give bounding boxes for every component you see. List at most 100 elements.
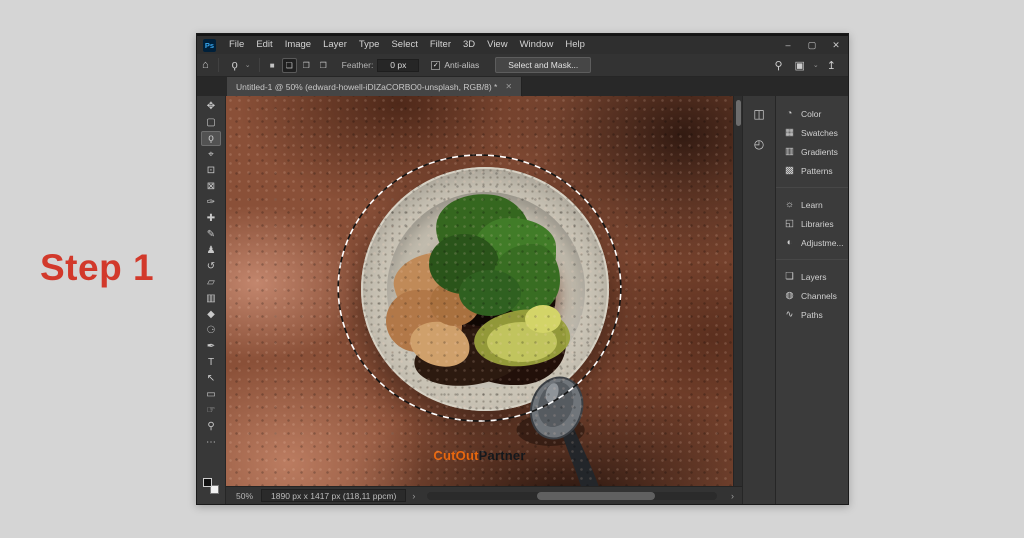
panel-libraries[interactable]: ◱ Libraries <box>776 214 848 233</box>
watermark: CutOutPartner <box>226 448 733 463</box>
tool-options-bar: ⌂ ϙ ⌄ ■ ❏ ❐ ❒ Feather: 0 px ✓ Anti-alias… <box>197 54 848 77</box>
panel-color[interactable]: ◔ Color <box>776 104 848 123</box>
anti-alias-checkbox[interactable]: ✓ <box>431 61 440 70</box>
menu-file[interactable]: File <box>223 36 250 54</box>
tools-panel: ✥ ▢ ϙ ⌖ ⊡ ⊠ ✑ ✚ ✎ ♟ ↺ ▱ ▥ ◆ ⚆ ✒ T ↖ ▭ ☞ … <box>197 96 226 504</box>
status-bar: 50% 1890 px x 1417 px (118,11 ppcm) › › <box>226 486 742 504</box>
new-selection-button[interactable]: ■ <box>265 58 280 73</box>
libraries-icon: ◱ <box>784 218 795 229</box>
eyedropper-tool[interactable]: ✑ <box>201 195 221 210</box>
menu-3d[interactable]: 3D <box>457 36 481 54</box>
panel-paths[interactable]: ∿ Paths <box>776 305 848 324</box>
panel-gradients[interactable]: ▥ Gradients <box>776 142 848 161</box>
menu-image[interactable]: Image <box>279 36 317 54</box>
adjustments-icon: ◐ <box>784 237 795 248</box>
object-selection-tool[interactable]: ⌖ <box>201 147 221 162</box>
search-icon[interactable]: ⚲ <box>770 59 786 72</box>
feather-label: Feather: <box>342 60 374 70</box>
menu-filter[interactable]: Filter <box>424 36 457 54</box>
shape-tool[interactable]: ▭ <box>201 387 221 402</box>
spoon-bowl <box>523 371 590 445</box>
photoshop-window: Ps File Edit Image Layer Type Select Fil… <box>196 33 849 505</box>
selection-and-spoon-overlay <box>226 96 733 486</box>
frame-tool[interactable]: ⊠ <box>201 179 221 194</box>
step-annotation: Step 1 <box>40 247 154 289</box>
selection-marching-ants <box>338 155 621 421</box>
menu-type[interactable]: Type <box>353 36 386 54</box>
subtract-from-selection-button[interactable]: ❐ <box>299 58 314 73</box>
share-icon[interactable]: ↥ <box>823 59 840 72</box>
move-tool[interactable]: ✥ <box>201 99 221 114</box>
menu-view[interactable]: View <box>481 36 513 54</box>
spoon-handle <box>562 426 599 486</box>
properties-panel-icon[interactable]: ◫ <box>749 104 769 124</box>
gradient-tool[interactable]: ▥ <box>201 291 221 306</box>
lasso-tool[interactable]: ϙ <box>201 131 221 146</box>
path-selection-tool[interactable]: ↖ <box>201 371 221 386</box>
paths-icon: ∿ <box>784 309 795 320</box>
zoom-tool[interactable]: ⚲ <box>201 419 221 434</box>
document-info: 1890 px x 1417 px (118,11 ppcm) <box>261 489 406 502</box>
type-tool[interactable]: T <box>201 355 221 370</box>
gradients-icon: ▥ <box>784 146 795 157</box>
vertical-scrollbar-handle[interactable] <box>736 100 741 126</box>
toolbar-overflow-icon[interactable]: ⋯ <box>201 435 221 450</box>
panel-adjustments[interactable]: ◐ Adjustme... <box>776 233 848 252</box>
crop-tool[interactable]: ⊡ <box>201 163 221 178</box>
brush-tool[interactable]: ✎ <box>201 227 221 242</box>
horizontal-scrollbar[interactable] <box>427 492 717 500</box>
collapsed-panels-column: ◫ ◴ <box>742 96 775 504</box>
panel-swatches[interactable]: ▦ Swatches <box>776 123 848 142</box>
document-tab[interactable]: Untitled-1 @ 50% (edward-howell-iDIZaCOR… <box>227 77 522 96</box>
vertical-scrollbar[interactable] <box>733 96 742 486</box>
history-panel-icon[interactable]: ◴ <box>749 134 769 154</box>
close-button[interactable]: ✕ <box>824 36 848 54</box>
panel-learn[interactable]: ☼ Learn <box>776 195 848 214</box>
document-canvas[interactable]: CutOutPartner <box>226 96 733 486</box>
color-icon: ◔ <box>784 108 795 119</box>
minimize-button[interactable]: – <box>776 36 800 54</box>
tab-close-icon[interactable]: ✕ <box>505 82 512 91</box>
foreground-background-swatches[interactable] <box>203 478 219 494</box>
dodge-tool[interactable]: ⚆ <box>201 323 221 338</box>
status-chevron-icon[interactable]: › <box>406 491 421 501</box>
menu-bar: Ps File Edit Image Layer Type Select Fil… <box>197 34 848 54</box>
swatches-icon: ▦ <box>784 127 795 138</box>
photoshop-logo-icon: Ps <box>203 39 216 52</box>
add-to-selection-button[interactable]: ❏ <box>282 58 297 73</box>
home-icon[interactable]: ⌂ <box>197 59 214 71</box>
hand-tool[interactable]: ☞ <box>201 403 221 418</box>
select-and-mask-button[interactable]: Select and Mask... <box>495 57 591 73</box>
menu-edit[interactable]: Edit <box>250 36 278 54</box>
spot-healing-tool[interactable]: ✚ <box>201 211 221 226</box>
chicken-pieces <box>388 246 472 319</box>
menu-help[interactable]: Help <box>559 36 591 54</box>
panel-channels[interactable]: ◍ Channels <box>776 286 848 305</box>
clone-stamp-tool[interactable]: ♟ <box>201 243 221 258</box>
panel-patterns[interactable]: ▩ Patterns <box>776 161 848 180</box>
learn-icon: ☼ <box>784 199 795 210</box>
history-brush-tool[interactable]: ↺ <box>201 259 221 274</box>
lasso-icon: ϙ <box>227 59 243 71</box>
intersect-selection-button[interactable]: ❒ <box>316 58 331 73</box>
zoom-level-field[interactable]: 50% <box>226 491 261 501</box>
scroll-right-icon[interactable]: › <box>723 491 742 501</box>
eraser-tool[interactable]: ▱ <box>201 275 221 290</box>
food-bowl <box>361 167 609 411</box>
panel-layers[interactable]: ❏ Layers <box>776 267 848 286</box>
workspace-icon[interactable]: ▣ <box>791 59 809 72</box>
panels-dock: ◔ Color ▦ Swatches ▥ Gradients ▩ Pattern… <box>775 96 848 504</box>
maximize-button[interactable]: ▢ <box>800 36 824 54</box>
blur-tool[interactable]: ◆ <box>201 307 221 322</box>
document-tab-bar: Untitled-1 @ 50% (edward-howell-iDIZaCOR… <box>197 77 848 96</box>
menu-layer[interactable]: Layer <box>317 36 353 54</box>
tool-preset-picker[interactable]: ϙ ⌄ <box>223 59 255 71</box>
marquee-tool[interactable]: ▢ <box>201 115 221 130</box>
menu-select[interactable]: Select <box>385 36 423 54</box>
foreground-color-swatch <box>203 478 212 487</box>
chevron-down-icon: ⌄ <box>245 61 251 69</box>
horizontal-scrollbar-handle[interactable] <box>537 492 655 500</box>
pen-tool[interactable]: ✒ <box>201 339 221 354</box>
feather-input[interactable]: 0 px <box>377 59 419 72</box>
menu-window[interactable]: Window <box>514 36 560 54</box>
